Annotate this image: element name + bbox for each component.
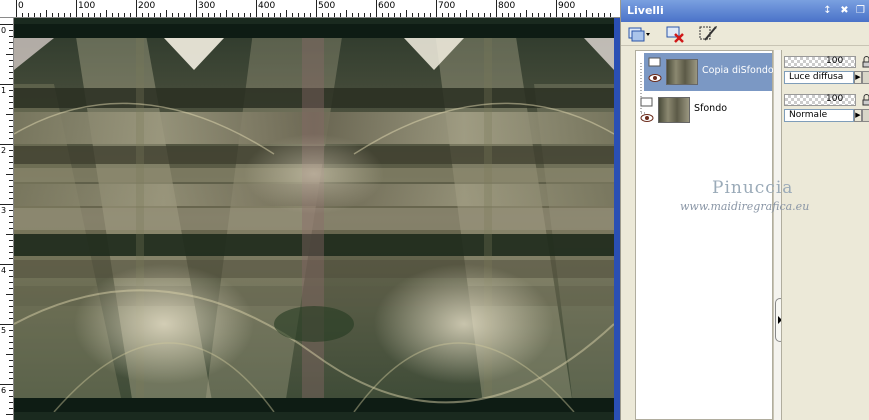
ruler-tick bbox=[526, 10, 527, 17]
mask-edit-icon bbox=[699, 26, 717, 41]
horizontal-ruler: 0 100 200 300 400 500 600 700 800 900 bbox=[0, 0, 620, 18]
ruler-tick bbox=[46, 10, 47, 17]
ruler-tick bbox=[196, 0, 197, 17]
layer-row-sfondo[interactable]: Sfondo bbox=[636, 91, 772, 129]
layer-options-button[interactable] bbox=[862, 71, 869, 84]
opacity-value: 100 bbox=[826, 56, 844, 66]
app-window: 0 100 200 300 400 500 600 700 800 900 0 1 2 3 4 5 6 bbox=[0, 0, 869, 420]
ruler-tick bbox=[256, 0, 257, 17]
new-layer-icon bbox=[628, 27, 650, 42]
layer-name: Sfondo bbox=[694, 103, 728, 114]
blend-mode-select[interactable]: Normale bbox=[784, 109, 854, 122]
image-canvas[interactable] bbox=[14, 24, 614, 412]
lock-icon[interactable] bbox=[862, 56, 869, 68]
ruler-tick bbox=[6, 234, 13, 235]
layer-thumbnail bbox=[666, 59, 698, 85]
ruler-tick bbox=[406, 10, 407, 17]
ruler-tick bbox=[0, 84, 13, 85]
ruler-label: 6 bbox=[1, 386, 7, 395]
ruler-tick bbox=[556, 0, 557, 17]
ruler-label: 500 bbox=[318, 1, 336, 11]
layer-type-icon bbox=[640, 97, 653, 107]
ruler-tick bbox=[286, 10, 287, 17]
ruler-label: 0 bbox=[18, 1, 24, 11]
ruler-tick bbox=[6, 174, 13, 175]
ruler-label: 700 bbox=[438, 1, 456, 11]
ruler-tick bbox=[376, 0, 377, 17]
layer-type-icon bbox=[648, 57, 661, 67]
ruler-tick bbox=[166, 10, 167, 17]
ruler-tick bbox=[6, 114, 13, 115]
layer-properties: 100 Luce diffusa ▶ 100 Normale ▶ bbox=[781, 50, 869, 420]
close-icon[interactable]: ✖ bbox=[838, 4, 851, 17]
ruler-tick bbox=[6, 294, 13, 295]
lock-icon[interactable] bbox=[862, 94, 869, 106]
ruler-tick bbox=[0, 324, 13, 325]
eye-icon[interactable] bbox=[640, 113, 654, 123]
vertical-ruler: 0 1 2 3 4 5 6 bbox=[0, 18, 14, 420]
ruler-tick bbox=[16, 0, 17, 17]
artwork-image bbox=[14, 24, 614, 412]
delete-layer-icon bbox=[666, 26, 684, 43]
ruler-tick bbox=[6, 54, 13, 55]
ruler-tick bbox=[136, 0, 137, 17]
delete-layer-button[interactable] bbox=[665, 24, 687, 44]
layer-row-copia-disfondo[interactable]: Copia diSfondo bbox=[644, 53, 774, 91]
layers-toolbar bbox=[621, 22, 869, 46]
ruler-tick bbox=[0, 24, 13, 25]
blend-dropdown-arrow[interactable]: ▶ bbox=[854, 109, 862, 122]
ruler-tick bbox=[106, 10, 107, 17]
opacity-value: 100 bbox=[826, 94, 844, 104]
layer-options-button[interactable] bbox=[862, 109, 869, 122]
blend-mode-select[interactable]: Luce diffusa bbox=[784, 71, 854, 84]
ruler-tick bbox=[0, 204, 13, 205]
ruler-label: 200 bbox=[138, 1, 156, 11]
panel-titlebar[interactable]: Livelli ↕ ✖ ❐ bbox=[621, 0, 869, 22]
layers-list: Copia diSfondo Sfondo bbox=[635, 50, 774, 420]
ruler-label: 4 bbox=[1, 266, 7, 275]
ruler-label: 800 bbox=[498, 1, 516, 11]
ruler-label: 100 bbox=[78, 1, 96, 11]
ruler-label: 900 bbox=[558, 1, 576, 11]
ruler-tick bbox=[6, 414, 13, 415]
eye-icon[interactable] bbox=[648, 73, 662, 83]
layer-props-copia-disfondo: 100 Luce diffusa ▶ bbox=[782, 52, 869, 90]
opacity-slider[interactable] bbox=[784, 56, 856, 68]
ruler-label: 400 bbox=[258, 1, 276, 11]
ruler-label: 300 bbox=[198, 1, 216, 11]
ruler-tick bbox=[0, 264, 13, 265]
ruler-label: 1 bbox=[1, 86, 7, 95]
panel-title: Livelli bbox=[627, 4, 664, 17]
ruler-tick bbox=[316, 0, 317, 17]
restore-icon[interactable]: ❐ bbox=[854, 4, 867, 17]
watermark-url: www.maidiregrafica.eu bbox=[680, 200, 810, 213]
ruler-tick bbox=[76, 0, 77, 17]
ruler-tick bbox=[6, 354, 13, 355]
edit-mask-button[interactable] bbox=[697, 24, 719, 44]
ruler-label: 5 bbox=[1, 326, 7, 335]
layer-thumbnail bbox=[658, 97, 690, 123]
ruler-tick bbox=[496, 0, 497, 17]
watermark-name: Pinuccia bbox=[712, 178, 794, 198]
ruler-tick bbox=[346, 10, 347, 17]
ruler-tick bbox=[466, 10, 467, 17]
ruler-label: 0 bbox=[1, 26, 7, 35]
ruler-tick bbox=[0, 384, 13, 385]
ruler-tick bbox=[436, 0, 437, 17]
ruler-label: 2 bbox=[1, 146, 7, 155]
layer-name: Copia diSfondo bbox=[702, 65, 774, 76]
ruler-label: 600 bbox=[378, 1, 396, 11]
pin-icon[interactable]: ↕ bbox=[821, 4, 834, 17]
opacity-slider[interactable] bbox=[784, 94, 856, 106]
ruler-tick bbox=[226, 10, 227, 17]
layer-props-sfondo: 100 Normale ▶ bbox=[782, 90, 869, 128]
ruler-tick bbox=[586, 10, 587, 17]
ruler-tick bbox=[0, 144, 13, 145]
blend-dropdown-arrow[interactable]: ▶ bbox=[854, 71, 862, 84]
ruler-label: 3 bbox=[1, 206, 7, 215]
new-layer-button[interactable] bbox=[627, 24, 650, 44]
